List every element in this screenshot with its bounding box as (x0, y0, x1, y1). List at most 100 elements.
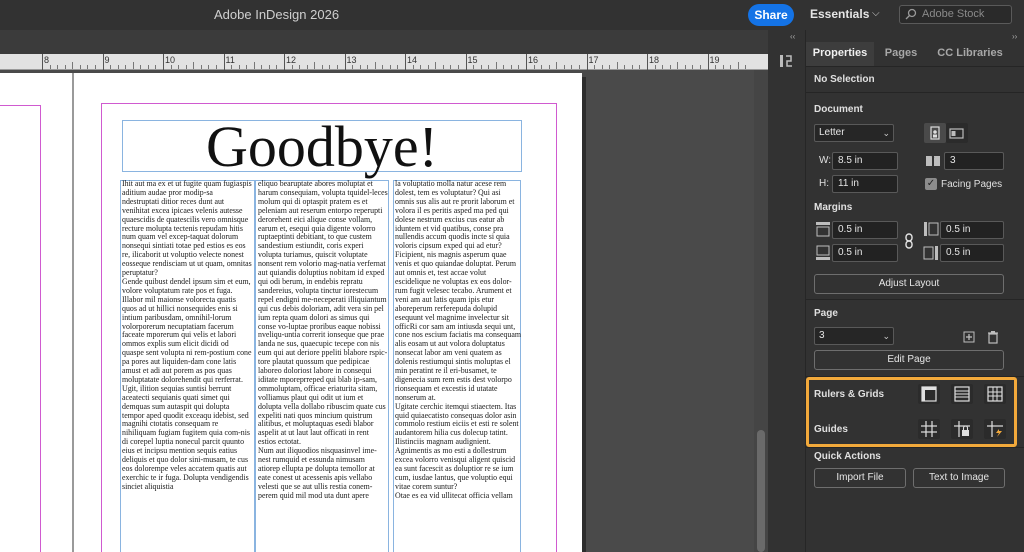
ruler-number: 8 (44, 55, 50, 65)
ruler-minor-tick (601, 65, 603, 69)
expand-icon[interactable]: ›› (1012, 32, 1017, 41)
margin-guide (40, 105, 41, 552)
ruler-minor-tick (155, 65, 157, 69)
rulers-toggle-button[interactable] (918, 384, 940, 404)
tab-pages[interactable]: Pages (880, 42, 922, 66)
ruler-major-tick (223, 54, 225, 70)
ruler-minor-tick (662, 65, 664, 69)
lock-guides-button[interactable] (951, 419, 973, 439)
margin-guide (0, 105, 41, 106)
text-to-image-button[interactable]: Text to Image (913, 468, 1005, 488)
ruler-minor-tick (253, 62, 255, 69)
ruler-minor-tick (215, 65, 217, 69)
ruler-minor-tick (722, 65, 724, 69)
ruler-minor-tick (624, 65, 626, 69)
add-page-icon[interactable] (960, 328, 978, 346)
smart-guides-button[interactable] (984, 419, 1006, 439)
adjust-layout-button[interactable]: Adjust Layout (814, 274, 1004, 294)
facing-pages-checkbox[interactable]: ✓ (925, 178, 937, 190)
ruler-minor-tick (170, 65, 172, 69)
ruler-minor-tick (457, 65, 459, 69)
ruler-number: 18 (649, 55, 660, 65)
margin-right-icon (923, 246, 938, 260)
ruler-minor-tick (268, 65, 270, 69)
ruler-minor-tick (450, 65, 452, 69)
margin-top-icon (816, 222, 830, 237)
ruler-minor-tick (64, 65, 66, 69)
ruler-number: 13 (346, 55, 357, 65)
ruler-minor-tick (110, 65, 112, 69)
ruler-minor-tick (420, 65, 422, 69)
margin-left-field[interactable]: 0.5 in (940, 221, 1004, 239)
ruler-number: 9 (104, 55, 110, 65)
baseline-grid-button[interactable] (951, 384, 973, 404)
guides-title: Guides (814, 424, 848, 435)
ruler-minor-tick (435, 62, 437, 69)
ruler-number: 16 (528, 55, 539, 65)
height-label: H: (819, 178, 829, 189)
ruler-minor-tick (503, 65, 505, 69)
ruler-minor-tick (57, 65, 59, 69)
ruler-minor-tick (314, 62, 316, 69)
margin-top-field[interactable]: 0.5 in (832, 221, 898, 239)
page-size-dropdown[interactable]: Letter ⌄ (814, 124, 894, 142)
ruler-minor-tick (125, 65, 127, 69)
width-field[interactable]: 8.5 in (832, 152, 898, 170)
page-number-dropdown[interactable]: 3 ⌄ (814, 327, 894, 345)
portrait-orientation-button[interactable] (924, 123, 946, 143)
show-guides-button[interactable] (918, 419, 940, 439)
ruler-minor-tick (594, 65, 596, 69)
trash-icon[interactable] (984, 328, 1002, 346)
ruler-minor-tick (548, 65, 550, 69)
collapse-icon[interactable]: ‹‹ (790, 32, 795, 41)
ruler-minor-tick (616, 62, 618, 69)
ruler-major-tick (586, 54, 588, 70)
ruler-minor-tick (208, 65, 210, 69)
divider (806, 447, 1024, 448)
import-file-button[interactable]: Import File (814, 468, 906, 488)
body-text-column-3: la voluptatio molla natur acese rem dole… (395, 180, 521, 500)
left-page[interactable] (0, 73, 72, 552)
ruler-minor-tick (336, 65, 338, 69)
ruler-minor-tick (639, 65, 641, 69)
ruler-minor-tick (72, 62, 74, 69)
ruler-minor-tick (480, 65, 482, 69)
tab-cc-libraries[interactable]: CC Libraries (928, 42, 1012, 66)
stock-search-input[interactable]: Adobe Stock (899, 5, 1012, 24)
height-field[interactable]: 11 in (832, 175, 898, 193)
app-window: Adobe InDesign 2026 Share Essentials ⌵ A… (0, 0, 1024, 552)
baseline-grid-icon (954, 386, 970, 402)
selection-status: No Selection (814, 74, 875, 85)
margins-section-title: Margins (814, 202, 853, 213)
pages-count-field[interactable]: 3 (944, 152, 1004, 170)
ruler-minor-tick (609, 65, 611, 69)
document-grid-button[interactable] (984, 384, 1006, 404)
divider (806, 66, 1024, 67)
ruler-minor-tick (556, 62, 558, 69)
ruler-minor-tick (510, 65, 512, 69)
ruler-minor-tick (117, 65, 119, 69)
ruler-minor-tick (699, 65, 701, 69)
ruler-minor-tick (79, 65, 81, 69)
tab-properties[interactable]: Properties (806, 42, 874, 66)
ruler-minor-tick (147, 65, 149, 69)
landscape-orientation-button[interactable] (946, 123, 968, 143)
share-button[interactable]: Share (748, 4, 794, 26)
horizontal-ruler[interactable]: 8 9 10 11 12 13 14 15 16 17 18 19 (0, 54, 768, 70)
guides-icon (921, 421, 937, 437)
workspace-switcher[interactable]: Essentials (810, 7, 869, 21)
link-margins-icon[interactable] (900, 232, 918, 250)
ruler-minor-tick (518, 65, 520, 69)
document-section-title: Document (814, 104, 863, 115)
chevron-down-icon[interactable]: ⌵ (872, 8, 880, 19)
edit-page-button[interactable]: Edit Page (814, 350, 1004, 370)
panel-dock-strip (768, 30, 806, 552)
ruler-minor-tick (745, 65, 747, 69)
ruler-minor-tick (669, 65, 671, 69)
scrollbar-thumb[interactable] (757, 430, 765, 552)
margin-right-field[interactable]: 0.5 in (940, 244, 1004, 262)
stroke-panel-icon[interactable] (778, 52, 796, 70)
app-title: Adobe InDesign 2026 (214, 7, 340, 22)
margin-bottom-field[interactable]: 0.5 in (832, 244, 898, 262)
lock-guides-icon (954, 421, 970, 437)
